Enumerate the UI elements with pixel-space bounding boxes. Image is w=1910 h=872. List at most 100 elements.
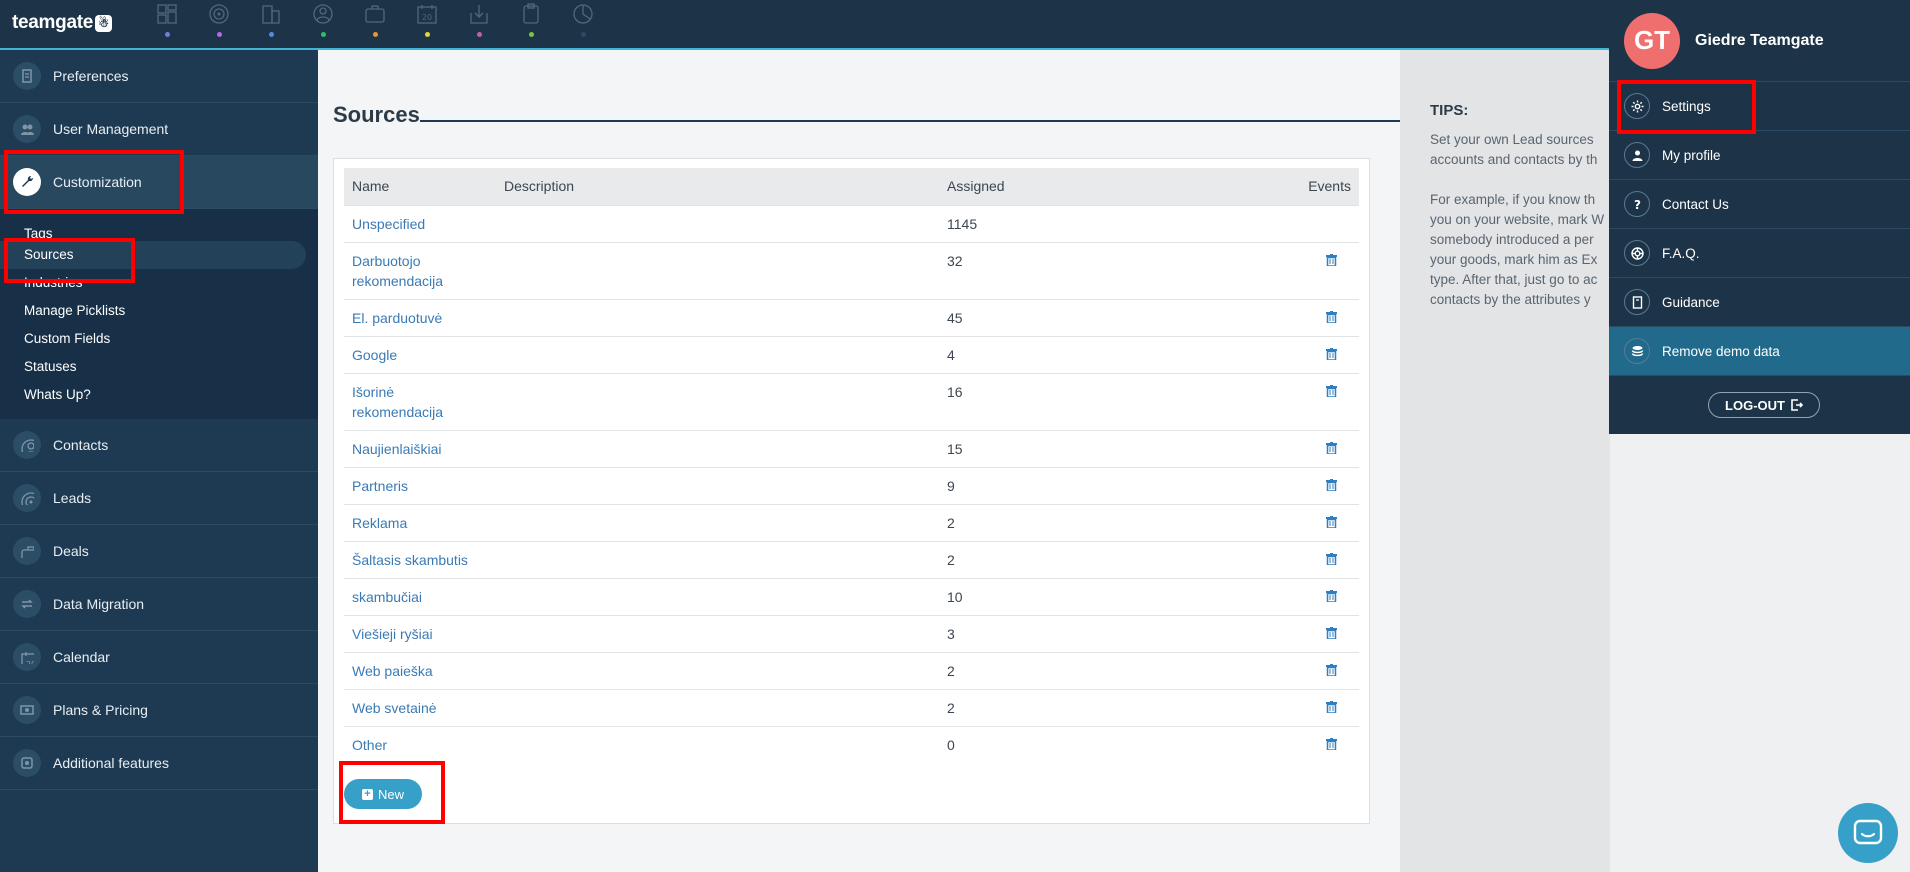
source-name-link[interactable]: skambučiai bbox=[344, 577, 496, 615]
source-description bbox=[496, 429, 939, 467]
source-name-link[interactable]: Google bbox=[344, 335, 496, 373]
teamgate-logo[interactable]: teamgate ☃ bbox=[12, 12, 113, 34]
submenu-item-whats-up[interactable]: Whats Up? bbox=[0, 381, 306, 409]
topnav-pie-chart-button[interactable] bbox=[556, 0, 608, 48]
tips-line: accounts and contacts by th bbox=[1430, 152, 1598, 167]
trash-icon[interactable] bbox=[1326, 515, 1337, 528]
trash-icon[interactable] bbox=[1326, 347, 1337, 360]
trash-icon[interactable] bbox=[1326, 310, 1337, 323]
sidebar-item-leads[interactable]: Leads bbox=[0, 472, 318, 525]
table-row: Viešieji ryšiai 3 bbox=[344, 614, 1359, 652]
trash-icon[interactable] bbox=[1326, 253, 1337, 266]
puzzle-icon bbox=[13, 749, 41, 777]
pie-chart-icon bbox=[573, 4, 593, 24]
topnav-target-button[interactable] bbox=[192, 0, 244, 48]
sidebar-item-data-migration[interactable]: Data Migration bbox=[0, 578, 318, 631]
source-name-link[interactable]: Išorinė rekomendacija bbox=[344, 372, 496, 430]
header-description[interactable]: Description bbox=[496, 168, 939, 205]
user-menu-item-guidance[interactable]: Guidance bbox=[1609, 278, 1910, 327]
svg-text:20: 20 bbox=[26, 660, 34, 664]
topnav-dashboard-button[interactable] bbox=[140, 0, 192, 48]
source-description bbox=[496, 651, 939, 689]
chat-launcher-button[interactable] bbox=[1838, 803, 1898, 863]
source-assigned-count: 1145 bbox=[939, 204, 1161, 242]
topnav-person-button[interactable] bbox=[296, 0, 348, 48]
user-menu-item-settings[interactable]: Settings bbox=[1609, 82, 1910, 131]
sidebar-item-label: Leads bbox=[53, 490, 92, 506]
new-source-button[interactable]: + New bbox=[344, 779, 422, 809]
table-row: Šaltasis skambutis 2 bbox=[344, 540, 1359, 578]
sidebar-item-preferences[interactable]: Preferences bbox=[0, 50, 318, 103]
trash-icon[interactable] bbox=[1326, 552, 1337, 565]
source-name-link[interactable]: Viešieji ryšiai bbox=[344, 614, 496, 652]
trash-icon[interactable] bbox=[1326, 626, 1337, 639]
avatar[interactable]: GT bbox=[1624, 12, 1680, 69]
row-events bbox=[1160, 577, 1359, 615]
user-menu-item-remove-demo-data[interactable]: Remove demo data bbox=[1609, 327, 1910, 376]
trash-icon[interactable] bbox=[1326, 441, 1337, 454]
table-row: skambučiai 10 bbox=[344, 577, 1359, 615]
submenu-item-tags[interactable]: Tags bbox=[0, 221, 306, 241]
table-header-row: Name Description Assigned Events bbox=[344, 168, 1359, 205]
trash-icon[interactable] bbox=[1326, 589, 1337, 602]
user-menu-item-contact-us[interactable]: ? Contact Us bbox=[1609, 180, 1910, 229]
briefcase-icon bbox=[365, 5, 385, 23]
submenu-item-industries[interactable]: Industries bbox=[0, 269, 306, 297]
source-name-link[interactable]: Web svetainė bbox=[344, 688, 496, 726]
user-menu-item-my-profile[interactable]: My profile bbox=[1609, 131, 1910, 180]
sidebar-item-calendar[interactable]: 20 Calendar bbox=[0, 631, 318, 684]
header-assigned[interactable]: Assigned bbox=[939, 168, 1160, 205]
source-name-link[interactable]: Naujienlaiškiai bbox=[344, 429, 496, 467]
sidebar-item-label: Deals bbox=[53, 543, 89, 559]
sidebar-item-deals[interactable]: Deals bbox=[0, 525, 318, 578]
source-name-link[interactable]: Reklama bbox=[344, 503, 496, 541]
topnav-buildings-button[interactable] bbox=[244, 0, 296, 48]
logo-text: teamgate bbox=[12, 12, 94, 33]
tips-title: TIPS: bbox=[1430, 102, 1469, 119]
sidebar-item-contacts[interactable]: Contacts bbox=[0, 419, 318, 472]
topnav-indicator-dot bbox=[425, 32, 430, 37]
topnav-briefcase-button[interactable] bbox=[348, 0, 400, 48]
source-name-link[interactable]: Darbuotojo rekomendacija bbox=[344, 241, 496, 299]
trash-icon[interactable] bbox=[1326, 384, 1337, 397]
svg-text:20: 20 bbox=[422, 13, 432, 22]
source-name-link[interactable]: Partneris bbox=[344, 466, 496, 504]
source-description bbox=[496, 503, 939, 541]
table-row: Web svetainė 2 bbox=[344, 688, 1359, 726]
logout-button[interactable]: LOG-OUT bbox=[1708, 392, 1820, 418]
source-assigned-count: 32 bbox=[939, 241, 1161, 299]
sidebar-item-user-management[interactable]: User Management bbox=[0, 103, 318, 156]
title-divider bbox=[420, 120, 1470, 122]
source-name-link[interactable]: Šaltasis skambutis bbox=[344, 540, 496, 578]
sidebar-item-additional-features[interactable]: Additional features bbox=[0, 737, 318, 790]
source-name-link[interactable]: Web paieška bbox=[344, 651, 496, 689]
user-menu-item-label: My profile bbox=[1662, 147, 1721, 163]
page-title: Sources bbox=[333, 102, 420, 127]
trash-icon[interactable] bbox=[1326, 663, 1337, 676]
topnav-import-button[interactable] bbox=[452, 0, 504, 48]
topnav-calendar-button[interactable]: 20 bbox=[400, 0, 452, 48]
topnav-clipboard-button[interactable] bbox=[504, 0, 556, 48]
submenu-item-custom-fields[interactable]: Custom Fields bbox=[0, 325, 306, 353]
row-events bbox=[1160, 651, 1359, 689]
header-name[interactable]: Name bbox=[344, 168, 496, 205]
source-name-link[interactable]: El. parduotuvė bbox=[344, 298, 496, 336]
source-description bbox=[496, 688, 939, 726]
trash-icon[interactable] bbox=[1326, 700, 1337, 713]
submenu-item-manage-picklists[interactable]: Manage Picklists bbox=[0, 297, 306, 325]
trash-icon[interactable] bbox=[1326, 737, 1337, 750]
submenu-item-sources[interactable]: Sources bbox=[0, 241, 306, 269]
sidebar-item-customization[interactable]: Customization bbox=[0, 156, 318, 209]
source-description bbox=[496, 614, 939, 652]
source-name-link[interactable]: Other bbox=[344, 725, 496, 763]
source-name-link[interactable]: Unspecified bbox=[344, 204, 496, 242]
sidebar-item-label: Additional features bbox=[53, 755, 169, 771]
tips-panel: TIPS: Set your own Lead sources accounts … bbox=[1400, 50, 1610, 872]
row-events bbox=[1160, 372, 1359, 430]
user-menu-item-f-a-q[interactable]: F.A.Q. bbox=[1609, 229, 1910, 278]
submenu-item-statuses[interactable]: Statuses bbox=[0, 353, 306, 381]
sidebar-item-plans-pricing[interactable]: Plans & Pricing bbox=[0, 684, 318, 737]
book-icon bbox=[1624, 289, 1650, 315]
trash-icon[interactable] bbox=[1326, 478, 1337, 491]
header-events: Events bbox=[1308, 178, 1351, 195]
